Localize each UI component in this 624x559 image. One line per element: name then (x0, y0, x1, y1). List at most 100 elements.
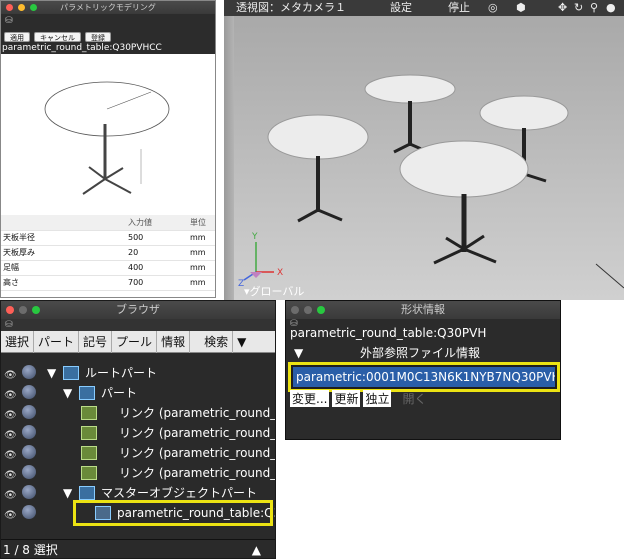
zoom-button[interactable] (32, 306, 40, 314)
rotate-icon[interactable]: ↻ (574, 0, 583, 16)
settings-menu[interactable]: 設定 (390, 0, 412, 16)
part-name: parametric_round_table:Q30PVHCC (2, 43, 162, 53)
minimize-button[interactable] (19, 306, 27, 314)
zoom-button[interactable] (317, 306, 325, 314)
table-row[interactable]: 足幅 400 mm (1, 260, 215, 276)
disclosure-triangle-icon[interactable]: ▼ (47, 363, 56, 383)
shape-info-window: 形状情報 ⛁ parametric_round_table:Q30PVH ▼ 外… (285, 300, 561, 440)
part-name: parametric_round_table:Q30PVH (290, 326, 487, 340)
tree-row[interactable]: 👁 ▼ ルートパート (1, 363, 275, 383)
eye-icon[interactable]: 👁 (4, 386, 18, 401)
register-button[interactable]: 登録 (85, 32, 111, 42)
eye-icon[interactable]: 👁 (4, 506, 18, 521)
row-value[interactable]: 700 (126, 275, 188, 291)
zoom-button[interactable] (30, 4, 37, 11)
part-tree[interactable]: 👁 ▼ ルートパート 👁 ▼ パート 👁 リンク (parametric_rou… (1, 359, 276, 537)
coordinate-system-selector[interactable]: ▾グローバル (244, 283, 304, 299)
col-value-header: 入力値 (126, 215, 188, 231)
table-row[interactable]: 天板半径 500 mm (1, 230, 215, 246)
tree-label: リンク (parametric_round_t (119, 466, 276, 480)
file-field[interactable]: parametric:0001M0C13N6K1NYB7NQ30PVH (293, 367, 555, 387)
minimize-button[interactable] (304, 306, 312, 314)
tree-row[interactable]: 👁 リンク (parametric_round_t (1, 443, 275, 463)
disclosure-triangle-icon[interactable]: ▼ (63, 383, 72, 403)
cancel-button[interactable]: キャンセル (34, 32, 81, 42)
axis-y-label: Y (251, 232, 258, 242)
link-icon (81, 426, 97, 440)
color-ball-icon[interactable] (22, 385, 36, 399)
change-button[interactable]: 変更... (290, 390, 330, 407)
row-value[interactable]: 20 (126, 245, 188, 261)
row-name: 高さ (1, 275, 126, 291)
tab-symbol[interactable]: 記号 (79, 330, 113, 353)
close-button[interactable] (291, 306, 299, 314)
color-ball-icon[interactable] (22, 505, 36, 519)
tree-label: リンク (parametric_round_t (119, 426, 276, 440)
sphere-icon[interactable]: ● (606, 0, 616, 16)
color-ball-icon[interactable] (22, 405, 36, 419)
color-ball-icon[interactable] (22, 485, 36, 499)
move-icon[interactable]: ✥ (558, 0, 567, 16)
viewport-toolbar: 透視図：メタカメラ１ 設定 停止 ◎ ⬢ ✥ ↻ ⚲ ● (224, 0, 624, 16)
tab-pool[interactable]: プール (112, 330, 158, 353)
apply-button[interactable]: 適用 (4, 32, 30, 42)
file-buttons: 変更... 更新 独立 開く (290, 390, 429, 407)
view-selector[interactable]: 透視図：メタカメラ１ (236, 0, 346, 16)
target-icon[interactable]: ◎ (488, 0, 498, 16)
part-icon (79, 486, 95, 500)
zoom-icon[interactable]: ⚲ (590, 0, 598, 16)
tree-row[interactable]: 👁 ▼ パート (1, 383, 275, 403)
tab-search[interactable]: 検索 (190, 330, 234, 353)
table-row[interactable]: 天板厚み 20 mm (1, 245, 215, 261)
stop-button[interactable]: 停止 (448, 0, 470, 16)
scene-canvas[interactable]: Y X Z (224, 16, 624, 300)
close-button[interactable] (6, 4, 13, 11)
cube-icon[interactable]: ⬢ (516, 0, 526, 16)
eye-icon[interactable]: 👁 (4, 426, 18, 441)
independent-button[interactable]: 独立 (363, 390, 392, 407)
browser-tabs: 選択 パート 記号 プール 情報 検索 ▼ (1, 330, 275, 353)
collapse-triangle-icon[interactable]: ▲ (252, 540, 261, 558)
row-value[interactable]: 500 (126, 230, 188, 246)
table-row[interactable]: 高さ 700 mm (1, 275, 215, 291)
tab-part[interactable]: パート (34, 330, 80, 353)
col-unit-header: 単位 (188, 215, 215, 231)
lock-icon[interactable]: ⛁ (1, 319, 275, 331)
title-bar: パラメトリックモデリング (1, 1, 215, 14)
disclosure-triangle-icon[interactable]: ▼ (294, 345, 303, 361)
eye-icon[interactable]: 👁 (4, 486, 18, 501)
part-icon (79, 386, 95, 400)
open-button[interactable]: 開く (400, 390, 428, 407)
row-unit: mm (188, 275, 215, 291)
selection-count: 1 / 8 選択 (3, 543, 58, 557)
update-button[interactable]: 更新 (332, 390, 361, 407)
eye-icon[interactable]: 👁 (4, 366, 18, 381)
row-unit: mm (188, 245, 215, 261)
viewport-3d[interactable]: 透視図：メタカメラ１ 設定 停止 ◎ ⬢ ✥ ↻ ⚲ ● Y X Z ▾グローバ… (224, 0, 624, 300)
tree-row[interactable]: 👁 リンク (parametric_round_t (1, 463, 276, 483)
color-ball-icon[interactable] (22, 365, 36, 379)
disclosure-triangle-icon[interactable]: ▼ (63, 483, 72, 503)
tree-row[interactable]: 👁 リンク (parametric_round_t (1, 423, 276, 443)
close-button[interactable] (6, 306, 14, 314)
part-icon (63, 366, 79, 380)
eye-icon[interactable]: 👁 (4, 446, 18, 461)
eye-icon[interactable]: 👁 (4, 406, 18, 421)
tab-info[interactable]: 情報 (157, 330, 191, 353)
status-bar: 1 / 8 選択 ▲ (1, 539, 275, 558)
color-ball-icon[interactable] (22, 425, 36, 439)
tree-row[interactable]: 👁 リンク (parametric_round_t (1, 403, 276, 423)
row-value[interactable]: 400 (126, 260, 188, 276)
tree-label: リンク (parametric_round_t (119, 406, 276, 420)
eye-icon[interactable]: 👁 (4, 466, 18, 481)
tabs-overflow-icon[interactable]: ▼ (233, 331, 250, 353)
link-icon (81, 446, 97, 460)
tab-select[interactable]: 選択 (1, 330, 35, 353)
axis-x-label: X (277, 268, 283, 278)
minimize-button[interactable] (18, 4, 25, 11)
section-header[interactable]: ▼ 外部参照ファイル情報 (290, 345, 558, 361)
lock-icon: ⛁ (5, 16, 13, 26)
selection-highlight (73, 500, 273, 526)
color-ball-icon[interactable] (22, 465, 36, 479)
color-ball-icon[interactable] (22, 445, 36, 459)
